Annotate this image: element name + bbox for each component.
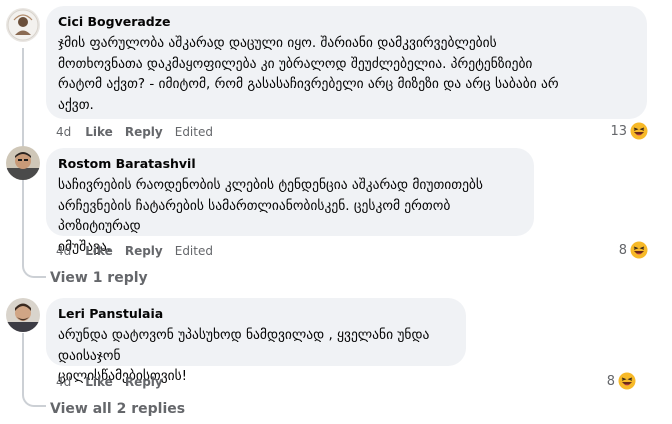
like-button[interactable]: Like <box>85 374 113 390</box>
comment-actions: 4d Like Reply <box>56 374 175 390</box>
comment-bubble: Leri Panstulaia არუნდა დატოვონ უპასუხოდ … <box>46 298 466 384</box>
like-button[interactable]: Like <box>85 243 113 259</box>
comment-timestamp[interactable]: 4d <box>56 124 71 140</box>
reply-button[interactable]: Reply <box>125 124 163 140</box>
thread-connector <box>22 389 46 407</box>
comment-author[interactable]: Leri Panstulaia <box>58 306 454 322</box>
laughing-emoji-icon <box>630 241 648 259</box>
like-button[interactable]: Like <box>85 124 113 140</box>
avatar-image <box>6 146 40 180</box>
avatar[interactable] <box>6 298 40 332</box>
view-replies-link[interactable]: View all 2 replies <box>50 400 185 418</box>
edited-label[interactable]: Edited <box>175 243 213 259</box>
comment-timestamp[interactable]: 4d <box>56 374 71 390</box>
thread-connector <box>22 260 46 278</box>
comment-bubble: Rostom Baratashvil საჩივრების რაოდენობის… <box>46 148 534 255</box>
reaction-summary[interactable]: 8 <box>619 239 648 261</box>
avatar-image <box>6 8 40 42</box>
edited-label[interactable]: Edited <box>175 124 213 140</box>
thread-line <box>22 333 24 389</box>
comment-text: ჯმის ფარულობა აშკარად დაცული იყო. შარიან… <box>58 35 559 113</box>
comment-author[interactable]: Cici Bogveradze <box>58 14 635 30</box>
reaction-count: 13 <box>610 123 627 139</box>
avatar[interactable] <box>6 146 40 180</box>
comment-actions: 4d Like Reply Edited <box>56 243 225 259</box>
laughing-emoji-icon <box>618 372 636 390</box>
comment-author[interactable]: Rostom Baratashvil <box>58 156 522 172</box>
reply-button[interactable]: Reply <box>125 243 163 259</box>
reply-button[interactable]: Reply <box>125 374 163 390</box>
avatar-image <box>6 298 40 332</box>
comment-actions: 4d Like Reply Edited <box>56 124 225 140</box>
view-replies-link[interactable]: View 1 reply <box>50 269 148 287</box>
laughing-emoji-icon <box>630 122 648 140</box>
comment-bubble: Cici Bogveradze ჯმის ფარულობა აშკარად და… <box>46 6 647 119</box>
avatar[interactable] <box>6 8 40 42</box>
comment-timestamp[interactable]: 4d <box>56 243 71 259</box>
reaction-summary[interactable]: 8 <box>607 370 636 392</box>
reaction-summary[interactable]: 13 <box>610 120 648 142</box>
reaction-count: 8 <box>618 242 627 258</box>
reaction-count: 8 <box>606 373 615 389</box>
